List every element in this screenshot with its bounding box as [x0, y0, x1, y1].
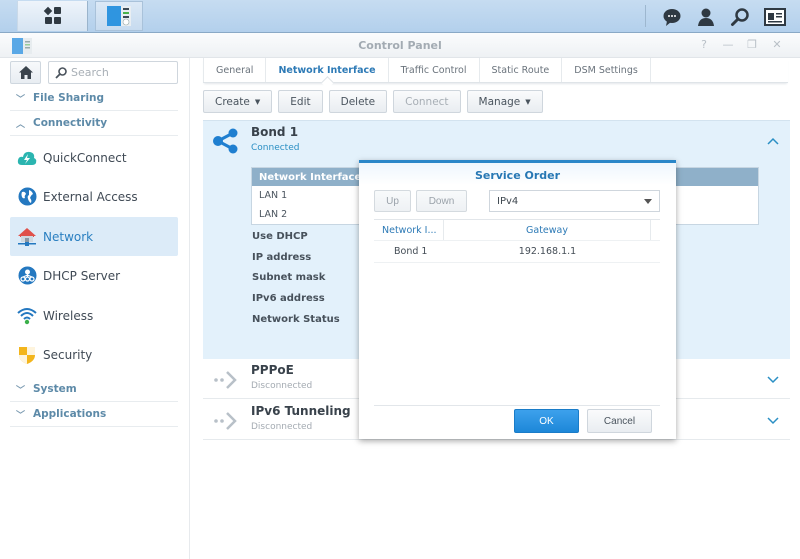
property-ipv6-address: IPv6 address — [252, 293, 325, 304]
delete-button[interactable]: Delete — [328, 90, 388, 113]
toolbar: Create ▼ Edit Delete Connect Manage ▼ — [203, 90, 543, 113]
home-icon — [18, 66, 33, 79]
shield-icon — [17, 345, 37, 365]
window-title: Control Panel — [358, 39, 442, 52]
minimize-button[interactable]: — — [721, 38, 735, 51]
search-input[interactable] — [71, 66, 166, 79]
column-header-gateway[interactable]: Gateway — [444, 220, 651, 240]
chevron-up-icon: ︿ — [16, 119, 26, 130]
chevron-down-icon: ﹀ — [16, 410, 26, 421]
search-button[interactable] — [723, 0, 757, 33]
property-ip-address: IP address — [252, 252, 312, 263]
tab-traffic-control[interactable]: Traffic Control — [389, 58, 480, 82]
sidebar-item-external-access[interactable]: External Access — [10, 177, 178, 216]
disconnected-arrow-icon — [214, 412, 237, 430]
tab-static-route[interactable]: Static Route — [480, 58, 563, 82]
property-subnet-mask: Subnet mask — [252, 272, 326, 283]
search-field[interactable] — [48, 61, 178, 84]
taskbar-separator — [645, 5, 646, 27]
chevron-down-icon: ﹀ — [16, 385, 26, 396]
control-panel-icon — [107, 6, 131, 26]
home-button[interactable] — [10, 61, 41, 84]
move-up-button[interactable]: Up — [374, 190, 411, 212]
category-file-sharing[interactable]: ﹀ File Sharing — [10, 86, 178, 111]
connect-button[interactable]: Connect — [393, 90, 461, 113]
property-use-dhcp: Use DHCP — [252, 231, 308, 242]
sidebar-item-network[interactable]: Network — [10, 217, 178, 256]
category-system[interactable]: ﹀ System — [10, 377, 178, 402]
interface-status: Disconnected — [251, 422, 313, 432]
sidebar-item-security[interactable]: Security — [10, 335, 178, 374]
control-panel-taskbar-button[interactable] — [95, 1, 143, 31]
sidebar: ﹀ File Sharing ︿ Connectivity QuickConne… — [0, 58, 190, 559]
widgets-button[interactable] — [758, 0, 792, 33]
chevron-down-icon[interactable] — [766, 372, 780, 386]
main-menu-button[interactable] — [17, 1, 88, 31]
create-button[interactable]: Create ▼ — [203, 90, 273, 113]
interface-status: Connected — [251, 143, 300, 153]
close-button[interactable]: ✕ — [770, 38, 784, 51]
sidebar-item-quickconnect[interactable]: QuickConnect — [10, 138, 178, 177]
restore-button[interactable]: ❐ — [745, 38, 759, 51]
widgets-icon — [764, 7, 786, 26]
main-menu-icon — [43, 6, 61, 24]
caret-down-icon: ▼ — [525, 97, 531, 106]
notifications-button[interactable] — [655, 0, 689, 33]
ok-button[interactable]: OK — [514, 409, 579, 433]
user-icon — [698, 8, 714, 26]
network-house-icon — [17, 227, 37, 247]
notifications-icon — [663, 8, 681, 26]
bond-share-icon — [213, 128, 238, 154]
property-network-status: Network Status — [252, 314, 340, 325]
cell-gateway: 192.168.1.1 — [518, 246, 577, 257]
tab-general[interactable]: General — [203, 58, 267, 82]
table-row[interactable]: Bond 1 192.168.1.1 — [374, 241, 660, 263]
window-titlebar: Control Panel ? — ❐ ✕ — [0, 33, 800, 58]
cell-interface: Bond 1 — [394, 246, 428, 257]
dialog-footer-divider — [374, 405, 660, 406]
service-order-dialog: Service Order Up Down IPv4 Network I... … — [359, 160, 676, 439]
chevron-up-icon[interactable] — [766, 135, 780, 149]
cancel-button[interactable]: Cancel — [587, 409, 652, 433]
tab-bar: General Network Interface Traffic Contro… — [203, 58, 788, 83]
dialog-title: Service Order — [359, 163, 676, 185]
globe-icon — [17, 187, 37, 207]
category-applications[interactable]: ﹀ Applications — [10, 402, 178, 427]
interface-status: Disconnected — [251, 381, 313, 391]
quickconnect-icon — [17, 148, 37, 168]
category-connectivity[interactable]: ︿ Connectivity — [10, 111, 178, 136]
user-button[interactable] — [689, 0, 723, 33]
interface-name: Bond 1 — [251, 125, 299, 139]
sidebar-item-dhcp-server[interactable]: DHCP Server — [10, 256, 178, 295]
wifi-icon — [17, 306, 37, 326]
help-button[interactable]: ? — [697, 38, 711, 51]
sidebar-item-wireless[interactable]: Wireless — [10, 296, 178, 335]
protocol-select[interactable]: IPv4 — [489, 190, 660, 212]
edit-button[interactable]: Edit — [278, 90, 323, 113]
interface-name: PPPoE — [251, 363, 294, 377]
search-icon — [55, 66, 67, 79]
tab-network-interface[interactable]: Network Interface — [266, 58, 389, 82]
move-down-button[interactable]: Down — [416, 190, 467, 212]
chevron-down-icon: ﹀ — [16, 94, 26, 105]
tab-dsm-settings[interactable]: DSM Settings — [562, 58, 651, 82]
disconnected-arrow-icon — [214, 371, 237, 389]
interface-name: IPv6 Tunneling — [251, 404, 351, 418]
search-icon — [731, 7, 749, 26]
column-header-network-interface[interactable]: Network I... — [374, 220, 444, 240]
service-order-grid: Network I... Gateway Bond 1 192.168.1.1 — [374, 219, 660, 263]
taskbar — [0, 0, 800, 33]
chevron-down-icon[interactable] — [766, 413, 780, 427]
dhcp-server-icon — [17, 266, 37, 286]
dropdown-arrow-icon — [644, 199, 652, 204]
manage-button[interactable]: Manage ▼ — [466, 90, 543, 113]
caret-down-icon: ▼ — [254, 97, 261, 106]
grid-header: Network I... Gateway — [374, 219, 660, 241]
